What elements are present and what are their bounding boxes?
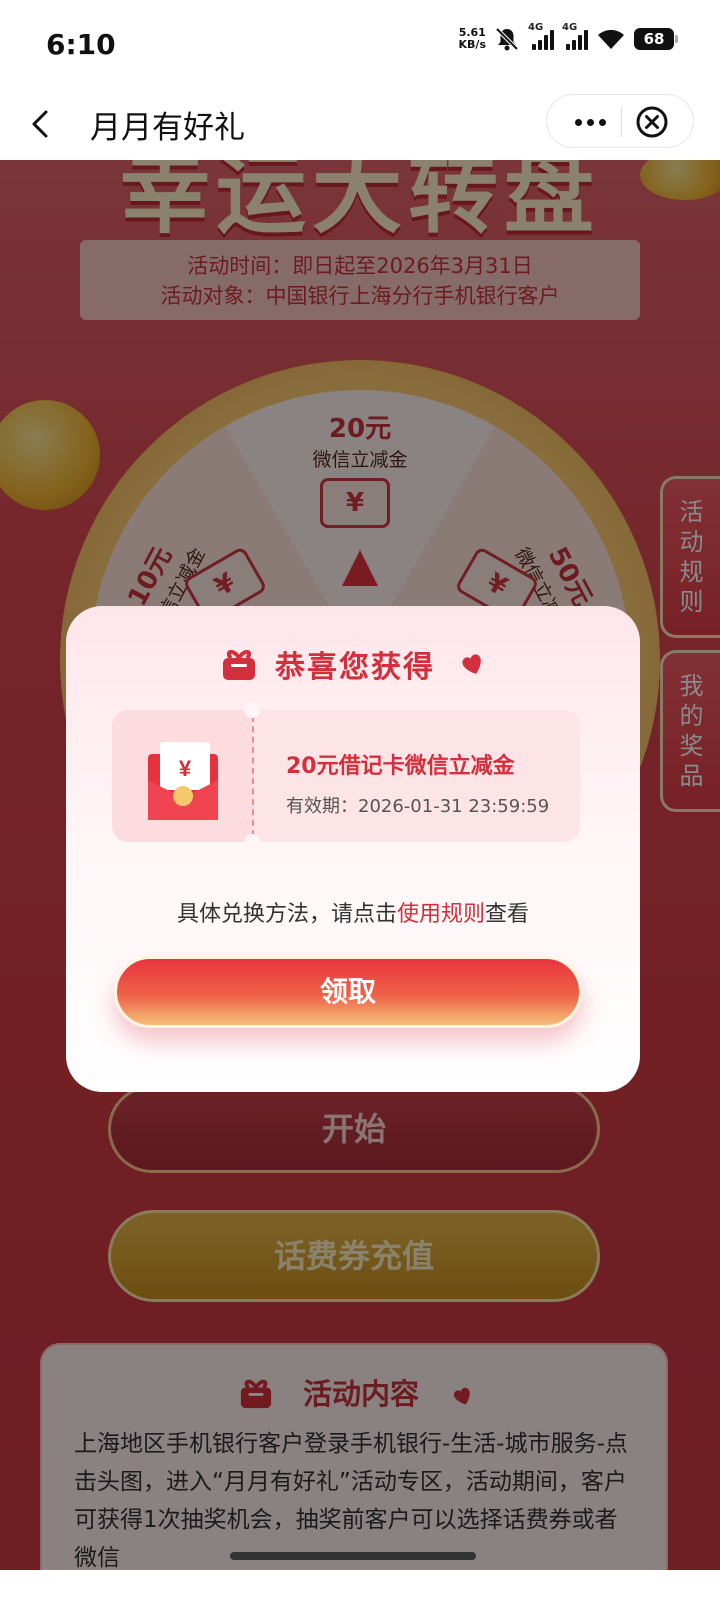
dialog-header: 恭喜您获得 bbox=[66, 642, 640, 686]
back-arrow-icon[interactable] bbox=[22, 104, 62, 144]
mini-program-capsule bbox=[546, 94, 694, 148]
coupon-divider bbox=[252, 716, 254, 836]
mute-bell-icon bbox=[495, 27, 519, 51]
coupon-left: ¥ bbox=[112, 710, 252, 842]
redeem-hint: 具体兑换方法，请点击使用规则查看 bbox=[66, 896, 640, 928]
status-bar: 6:10 5.61 KB/s 4G 4G 68 bbox=[0, 0, 720, 90]
heart-icon bbox=[462, 654, 481, 674]
status-time: 6:10 bbox=[46, 28, 116, 61]
network-type-2: 4G bbox=[562, 22, 578, 33]
dialog-title: 恭喜您获得 bbox=[275, 650, 435, 685]
prize-result-dialog: 恭喜您获得 ¥ 20元借记卡微信立减金 有效期：2026-01-31 23:59… bbox=[66, 606, 640, 1092]
hint-prefix: 具体兑换方法，请点击 bbox=[176, 902, 397, 927]
wifi-icon bbox=[598, 29, 624, 49]
battery-icon: 68 bbox=[634, 28, 678, 50]
envelope-symbol: ¥ bbox=[179, 756, 192, 781]
coupon-validity: 有效期：2026-01-31 23:59:59 bbox=[286, 796, 550, 817]
red-envelope-icon: ¥ bbox=[148, 742, 218, 820]
navigation-bar: 月月有好礼 bbox=[0, 90, 720, 160]
gift-icon bbox=[223, 650, 255, 680]
network-speed: 5.61 KB/s bbox=[458, 26, 486, 51]
home-indicator[interactable] bbox=[230, 1552, 476, 1560]
status-icons: 5.61 KB/s 4G 4G 68 bbox=[458, 22, 678, 52]
hint-suffix: 查看 bbox=[485, 902, 530, 927]
coupon-name: 20元借记卡微信立减金 bbox=[286, 754, 515, 779]
network-type-1: 4G bbox=[528, 22, 544, 33]
cell-signal-1-icon: 4G bbox=[528, 22, 554, 50]
coupon-notch bbox=[244, 834, 260, 850]
page-title: 月月有好礼 bbox=[90, 110, 245, 146]
coupon-right: 20元借记卡微信立减金 有效期：2026-01-31 23:59:59 bbox=[252, 710, 580, 842]
capsule-divider bbox=[621, 107, 622, 137]
coupon-notch bbox=[244, 702, 260, 718]
usage-rules-link[interactable]: 使用规则 bbox=[397, 902, 485, 927]
claim-button[interactable]: 领取 bbox=[114, 956, 582, 1028]
close-circle-icon[interactable] bbox=[635, 105, 669, 139]
cell-signal-2-icon: 4G bbox=[562, 22, 588, 50]
more-options-icon[interactable] bbox=[565, 109, 615, 135]
prize-coupon: ¥ 20元借记卡微信立减金 有效期：2026-01-31 23:59:59 bbox=[112, 702, 580, 850]
